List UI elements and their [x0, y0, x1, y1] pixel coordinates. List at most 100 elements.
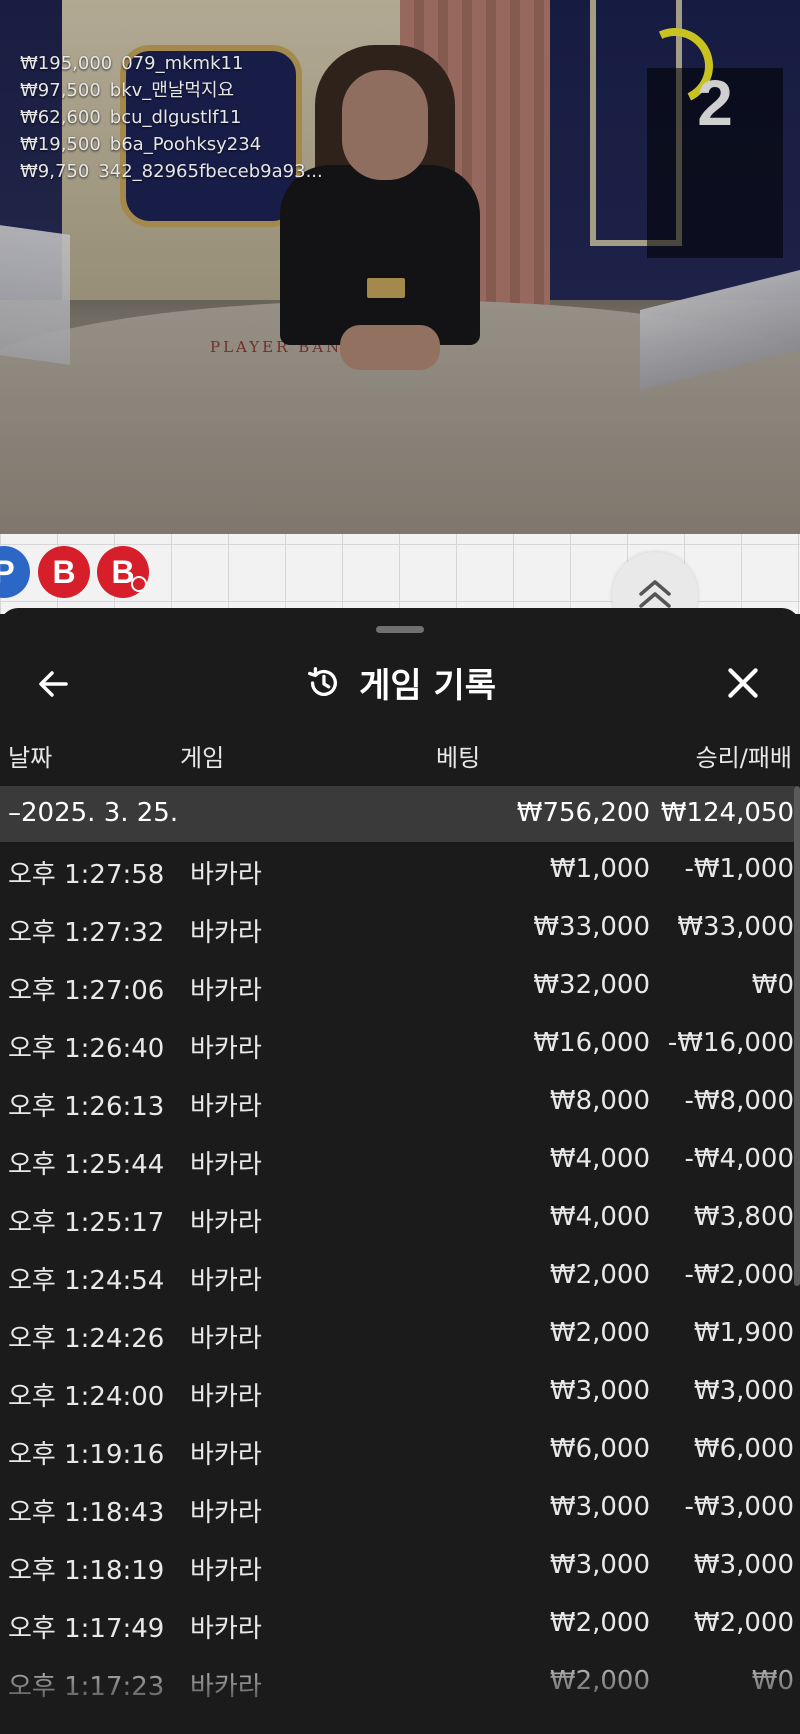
row-bet: ₩1,000 — [549, 854, 650, 884]
scrollbar[interactable] — [794, 786, 800, 1286]
row-time: 오후 1:25:17 — [8, 1208, 165, 1238]
row-win-loss: -₩8,000 — [684, 1086, 794, 1116]
row-time: 오후 1:17:49 — [8, 1614, 165, 1644]
row-game: 바카라 — [190, 1440, 262, 1470]
row-win-loss: ₩33,000 — [677, 912, 794, 942]
row-bet: ₩6,000 — [549, 1434, 650, 1464]
game-history-sheet: 게임 기록 날짜 게임 베팅 승리/패배 –2025. 3. 25. ₩756,… — [0, 608, 800, 1734]
row-bet: ₩2,000 — [549, 1318, 650, 1348]
history-row[interactable]: 오후 1:27:32 바카라 ₩33,000 ₩33,000 — [0, 900, 794, 958]
row-bet: ₩4,000 — [549, 1144, 650, 1174]
column-header-game[interactable]: 게임 — [180, 738, 224, 773]
row-game: 바카라 — [190, 1324, 262, 1354]
row-win-loss: -₩16,000 — [667, 1028, 794, 1058]
row-bet: ₩8,000 — [549, 1086, 650, 1116]
top-winner-row: ₩62,600 bcu_dlgustlf11 — [20, 104, 332, 131]
row-bet: ₩32,000 — [533, 970, 650, 1000]
history-row[interactable]: 오후 1:25:17 바카라 ₩4,000 ₩3,800 — [0, 1190, 794, 1248]
row-win-loss: ₩6,000 — [693, 1434, 794, 1464]
row-time: 오후 1:24:54 — [8, 1266, 165, 1296]
column-header-win-loss[interactable]: 승리/패배 — [696, 738, 792, 773]
history-row[interactable]: 오후 1:24:26 바카라 ₩2,000 ₩1,900 — [0, 1306, 794, 1364]
history-row[interactable]: 오후 1:18:19 바카라 ₩3,000 ₩3,000 — [0, 1538, 794, 1596]
history-row[interactable]: 오후 1:19:16 바카라 ₩6,000 ₩6,000 — [0, 1422, 794, 1480]
row-bet: ₩2,000 — [549, 1260, 650, 1290]
row-game: 바카라 — [190, 1208, 262, 1238]
history-row[interactable]: 오후 1:18:43 바카라 ₩3,000 -₩3,000 — [0, 1480, 794, 1538]
history-list: 오후 1:27:58 바카라 ₩1,000 -₩1,000 오후 1:27:32 바카라 ₩… — [0, 842, 794, 1712]
history-row[interactable]: 오후 1:24:54 바카라 ₩2,000 -₩2,000 — [0, 1248, 794, 1306]
row-time: 오후 1:18:43 — [8, 1498, 165, 1528]
bead-banker: B — [97, 546, 149, 598]
row-win-loss: ₩3,800 — [693, 1202, 794, 1232]
row-game: 바카라 — [190, 1266, 262, 1296]
history-row[interactable]: 오후 1:26:13 바카라 ₩8,000 -₩8,000 — [0, 1074, 794, 1132]
history-row[interactable]: 오후 1:24:00 바카라 ₩3,000 ₩3,000 — [0, 1364, 794, 1422]
row-game: 바카라 — [190, 1382, 262, 1412]
countdown-number: 2 — [697, 67, 733, 139]
row-game: 바카라 — [190, 1034, 262, 1064]
row-win-loss: -₩1,000 — [684, 854, 794, 884]
column-header-bet[interactable]: 베팅 — [436, 738, 480, 773]
top-winner-row: ₩97,500 bkv_맨날먹지요 — [20, 77, 332, 104]
row-time: 오후 1:27:32 — [8, 918, 165, 948]
top-winner-row: ₩19,500 b6a_Poohksy234 — [20, 131, 332, 158]
row-time: 오후 1:24:00 — [8, 1382, 165, 1412]
row-game: 바카라 — [190, 1614, 262, 1644]
row-bet: ₩3,000 — [549, 1492, 650, 1522]
row-time: 오후 1:18:19 — [8, 1556, 165, 1586]
row-time: 오후 1:27:06 — [8, 976, 165, 1006]
row-game: 바카라 — [190, 1498, 262, 1528]
date-group-bet-total: ₩756,200 — [516, 798, 650, 828]
sheet-title: 게임 기록 — [359, 666, 497, 706]
sheet-drag-handle[interactable] — [376, 626, 424, 633]
double-chevron-up-icon — [639, 580, 671, 608]
row-game: 바카라 — [190, 976, 262, 1006]
winner-amount: ₩195,000 — [20, 53, 113, 74]
row-win-loss: ₩2,000 — [693, 1608, 794, 1638]
row-time: 오후 1:19:16 — [8, 1440, 165, 1470]
top-winners-list: ₩195,000 079_mkmk11 ₩97,500 bkv_맨날먹지요 ₩62,60… — [20, 50, 332, 185]
history-row[interactable]: 오후 1:27:06 바카라 ₩32,000 ₩0 — [0, 958, 794, 1016]
row-win-loss: -₩4,000 — [684, 1144, 794, 1174]
row-win-loss: -₩3,000 — [684, 1492, 794, 1522]
bet-countdown: 2 — [626, 17, 783, 258]
row-game: 바카라 — [190, 860, 262, 890]
date-group-label: –2025. 3. 25. — [8, 798, 179, 828]
row-win-loss: ₩0 — [751, 970, 794, 1000]
winner-username: b6a_Poohksy234 — [109, 134, 262, 155]
winner-amount: ₩97,500 — [20, 80, 101, 101]
column-header-date[interactable]: 날짜 — [8, 738, 52, 773]
row-time: 오후 1:27:58 — [8, 860, 165, 890]
row-win-loss: ₩1,900 — [693, 1318, 794, 1348]
bead-player: P — [0, 546, 30, 598]
row-time: 오후 1:26:40 — [8, 1034, 165, 1064]
winner-username: 342_82965fbeceb9a93... — [98, 161, 323, 182]
row-win-loss: ₩3,000 — [693, 1376, 794, 1406]
winner-amount: ₩9,750 — [20, 161, 90, 182]
row-game: 바카라 — [190, 1556, 262, 1586]
top-winner-row: ₩9,750 342_82965fbeceb9a93... — [20, 158, 332, 185]
history-row[interactable]: 오후 1:27:58 바카라 ₩1,000 -₩1,000 — [0, 842, 794, 900]
bead-banker: B — [38, 546, 90, 598]
close-icon[interactable] — [722, 662, 764, 704]
history-row[interactable]: 오후 1:17:49 바카라 ₩2,000 ₩2,000 — [0, 1596, 794, 1654]
row-bet: ₩4,000 — [549, 1202, 650, 1232]
winner-amount: ₩19,500 — [20, 134, 101, 155]
row-bet: ₩2,000 — [549, 1608, 650, 1638]
row-bet: ₩33,000 — [533, 912, 650, 942]
row-game: 바카라 — [190, 918, 262, 948]
row-win-loss: -₩2,000 — [684, 1260, 794, 1290]
row-bet: ₩3,000 — [549, 1376, 650, 1406]
history-row[interactable]: 오후 1:25:44 바카라 ₩4,000 -₩4,000 — [0, 1132, 794, 1190]
date-group-header[interactable]: –2025. 3. 25. ₩756,200 ₩124,050 — [0, 786, 794, 842]
row-time: 오후 1:26:13 — [8, 1092, 165, 1122]
row-game: 바카라 — [190, 1092, 262, 1122]
date-group-win-loss-total: ₩124,050 — [660, 798, 794, 828]
history-row[interactable]: 오후 1:26:40 바카라 ₩16,000 -₩16,000 — [0, 1016, 794, 1074]
winner-username: 079_mkmk11 — [121, 53, 244, 74]
winner-amount: ₩62,600 — [20, 107, 101, 128]
row-time: 오후 1:24:26 — [8, 1324, 165, 1354]
row-bet: ₩16,000 — [533, 1028, 650, 1058]
row-win-loss: ₩3,000 — [693, 1550, 794, 1580]
